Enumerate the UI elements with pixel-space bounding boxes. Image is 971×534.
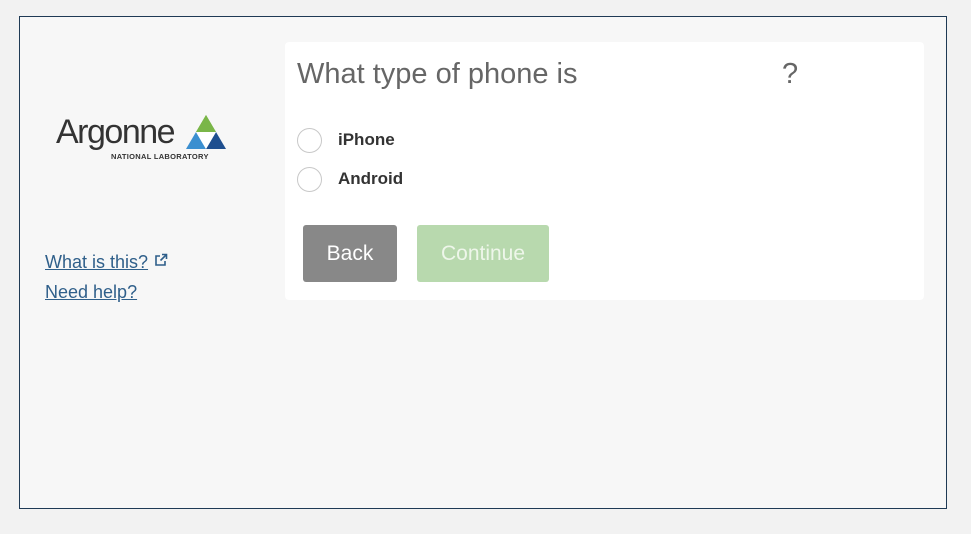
external-link-icon — [155, 253, 168, 266]
logo-subtitle: NATIONAL LABORATORY — [111, 152, 209, 161]
argonne-logo: Argonne NATIONAL LABORATORY — [56, 113, 231, 163]
back-button[interactable]: Back — [303, 225, 397, 282]
android-radio[interactable] — [297, 166, 322, 192]
argonne-triangle-logo-icon — [186, 115, 226, 149]
option-iphone[interactable]: iPhone — [297, 126, 395, 154]
prompt-card: What type of phone is ? iPhone Android B… — [285, 42, 924, 300]
android-label: Android — [338, 169, 404, 188]
need-help-link[interactable]: Need help? — [45, 277, 168, 307]
auth-frame: Argonne NATIONAL LABORATORY What is this… — [19, 16, 947, 509]
what-is-this-label: What is this? — [45, 252, 149, 272]
continue-button[interactable]: Continue — [417, 225, 549, 282]
question-mark: ? — [782, 58, 799, 90]
what-is-this-link[interactable]: What is this? — [45, 247, 168, 277]
option-android[interactable]: Android — [297, 165, 403, 193]
iphone-label: iPhone — [338, 130, 395, 149]
question-title: What type of phone is — [297, 58, 578, 90]
logo-wordmark: Argonne — [56, 113, 176, 151]
iphone-radio[interactable] — [297, 127, 322, 153]
side-links: What is this? Need help? — [45, 247, 168, 307]
